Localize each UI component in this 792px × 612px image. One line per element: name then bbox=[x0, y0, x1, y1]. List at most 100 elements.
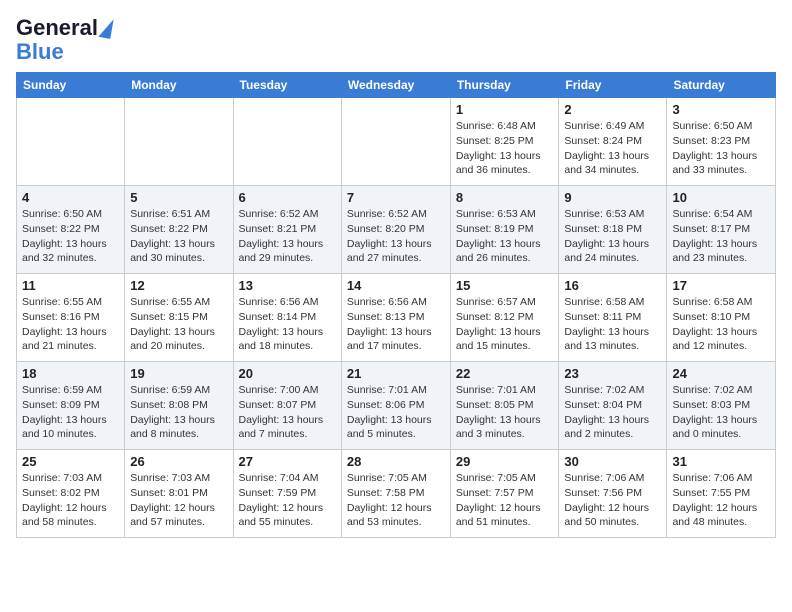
day-number: 11 bbox=[22, 278, 119, 293]
day-number: 23 bbox=[564, 366, 661, 381]
calendar-cell: 29 Sunrise: 7:05 AMSunset: 7:57 PMDayligh… bbox=[450, 450, 559, 538]
day-detail: Sunrise: 6:53 AMSunset: 8:18 PMDaylight:… bbox=[564, 207, 661, 266]
calendar-cell: 19Sunrise: 6:59 AMSunset: 8:08 PMDayligh… bbox=[125, 362, 233, 450]
day-number: 7 bbox=[347, 190, 445, 205]
calendar-cell: 3 Sunrise: 6:50 AMSunset: 8:23 PMDaylight… bbox=[667, 98, 776, 186]
day-detail: Sunrise: 6:51 AMSunset: 8:22 PMDaylight:… bbox=[130, 207, 227, 266]
calendar-header-saturday: Saturday bbox=[667, 73, 776, 98]
logo-text-blue: Blue bbox=[16, 40, 64, 64]
calendar-week-row: 11 Sunrise: 6:55 AMSunset: 8:16 PMDayligh… bbox=[17, 274, 776, 362]
day-detail: Sunrise: 7:01 AMSunset: 8:05 PMDaylight:… bbox=[456, 383, 554, 442]
day-number: 18 bbox=[22, 366, 119, 381]
day-number: 17 bbox=[672, 278, 770, 293]
day-number: 19 bbox=[130, 366, 227, 381]
day-detail: Sunrise: 7:01 AMSunset: 8:06 PMDaylight:… bbox=[347, 383, 445, 442]
calendar-cell bbox=[125, 98, 233, 186]
day-number: 21 bbox=[347, 366, 445, 381]
day-number: 4 bbox=[22, 190, 119, 205]
calendar-cell: 30 Sunrise: 7:06 AMSunset: 7:56 PMDayligh… bbox=[559, 450, 667, 538]
calendar-cell: 26 Sunrise: 7:03 AMSunset: 8:01 PMDayligh… bbox=[125, 450, 233, 538]
day-detail: Sunrise: 6:50 AMSunset: 8:23 PMDaylight:… bbox=[672, 119, 770, 178]
day-number: 5 bbox=[130, 190, 227, 205]
day-number: 25 bbox=[22, 454, 119, 469]
day-detail: Sunrise: 7:04 AMSunset: 7:59 PMDaylight:… bbox=[239, 471, 336, 530]
calendar-header-wednesday: Wednesday bbox=[341, 73, 450, 98]
calendar-cell: 22 Sunrise: 7:01 AMSunset: 8:05 PMDayligh… bbox=[450, 362, 559, 450]
calendar-cell bbox=[341, 98, 450, 186]
calendar-cell: 17 Sunrise: 6:58 AMSunset: 8:10 PMDayligh… bbox=[667, 274, 776, 362]
day-number: 10 bbox=[672, 190, 770, 205]
calendar-week-row: 4 Sunrise: 6:50 AMSunset: 8:22 PMDaylight… bbox=[17, 186, 776, 274]
calendar-header-monday: Monday bbox=[125, 73, 233, 98]
calendar-cell: 7 Sunrise: 6:52 AMSunset: 8:20 PMDaylight… bbox=[341, 186, 450, 274]
day-detail: Sunrise: 6:55 AMSunset: 8:15 PMDaylight:… bbox=[130, 295, 227, 354]
day-detail: Sunrise: 7:05 AMSunset: 7:58 PMDaylight:… bbox=[347, 471, 445, 530]
page-header: General Blue bbox=[16, 16, 776, 64]
day-detail: Sunrise: 6:58 AMSunset: 8:10 PMDaylight:… bbox=[672, 295, 770, 354]
day-number: 27 bbox=[239, 454, 336, 469]
day-number: 13 bbox=[239, 278, 336, 293]
calendar-cell: 13 Sunrise: 6:56 AMSunset: 8:14 PMDayligh… bbox=[233, 274, 341, 362]
calendar-cell: 14 Sunrise: 6:56 AMSunset: 8:13 PMDayligh… bbox=[341, 274, 450, 362]
day-detail: Sunrise: 6:52 AMSunset: 8:20 PMDaylight:… bbox=[347, 207, 445, 266]
logo-triangle-icon bbox=[98, 17, 113, 39]
calendar-week-row: 25 Sunrise: 7:03 AMSunset: 8:02 PMDayligh… bbox=[17, 450, 776, 538]
logo: General Blue bbox=[16, 16, 112, 64]
calendar-header-thursday: Thursday bbox=[450, 73, 559, 98]
calendar-cell: 11 Sunrise: 6:55 AMSunset: 8:16 PMDayligh… bbox=[17, 274, 125, 362]
day-number: 30 bbox=[564, 454, 661, 469]
day-number: 31 bbox=[672, 454, 770, 469]
day-number: 29 bbox=[456, 454, 554, 469]
day-detail: Sunrise: 6:53 AMSunset: 8:19 PMDaylight:… bbox=[456, 207, 554, 266]
day-number: 16 bbox=[564, 278, 661, 293]
day-detail: Sunrise: 7:02 AMSunset: 8:03 PMDaylight:… bbox=[672, 383, 770, 442]
calendar-cell: 25 Sunrise: 7:03 AMSunset: 8:02 PMDayligh… bbox=[17, 450, 125, 538]
calendar-cell: 4 Sunrise: 6:50 AMSunset: 8:22 PMDaylight… bbox=[17, 186, 125, 274]
day-number: 28 bbox=[347, 454, 445, 469]
day-number: 8 bbox=[456, 190, 554, 205]
day-detail: Sunrise: 7:05 AMSunset: 7:57 PMDaylight:… bbox=[456, 471, 554, 530]
day-number: 6 bbox=[239, 190, 336, 205]
day-detail: Sunrise: 6:52 AMSunset: 8:21 PMDaylight:… bbox=[239, 207, 336, 266]
calendar-header-tuesday: Tuesday bbox=[233, 73, 341, 98]
day-detail: Sunrise: 7:06 AMSunset: 7:55 PMDaylight:… bbox=[672, 471, 770, 530]
day-detail: Sunrise: 7:03 AMSunset: 8:01 PMDaylight:… bbox=[130, 471, 227, 530]
day-number: 12 bbox=[130, 278, 227, 293]
calendar-header-sunday: Sunday bbox=[17, 73, 125, 98]
calendar-cell: 28 Sunrise: 7:05 AMSunset: 7:58 PMDayligh… bbox=[341, 450, 450, 538]
day-detail: Sunrise: 7:06 AMSunset: 7:56 PMDaylight:… bbox=[564, 471, 661, 530]
day-number: 26 bbox=[130, 454, 227, 469]
calendar-cell: 12 Sunrise: 6:55 AMSunset: 8:15 PMDayligh… bbox=[125, 274, 233, 362]
day-detail: Sunrise: 6:58 AMSunset: 8:11 PMDaylight:… bbox=[564, 295, 661, 354]
calendar-cell: 1 Sunrise: 6:48 AMSunset: 8:25 PMDaylight… bbox=[450, 98, 559, 186]
calendar-cell bbox=[233, 98, 341, 186]
calendar-cell: 6 Sunrise: 6:52 AMSunset: 8:21 PMDaylight… bbox=[233, 186, 341, 274]
day-number: 3 bbox=[672, 102, 770, 117]
calendar-week-row: 1 Sunrise: 6:48 AMSunset: 8:25 PMDaylight… bbox=[17, 98, 776, 186]
calendar-cell: 5 Sunrise: 6:51 AMSunset: 8:22 PMDaylight… bbox=[125, 186, 233, 274]
day-detail: Sunrise: 7:00 AMSunset: 8:07 PMDaylight:… bbox=[239, 383, 336, 442]
calendar-cell: 24 Sunrise: 7:02 AMSunset: 8:03 PMDayligh… bbox=[667, 362, 776, 450]
day-detail: Sunrise: 6:54 AMSunset: 8:17 PMDaylight:… bbox=[672, 207, 770, 266]
calendar-cell: 23 Sunrise: 7:02 AMSunset: 8:04 PMDayligh… bbox=[559, 362, 667, 450]
day-number: 22 bbox=[456, 366, 554, 381]
day-detail: Sunrise: 6:48 AMSunset: 8:25 PMDaylight:… bbox=[456, 119, 554, 178]
day-number: 14 bbox=[347, 278, 445, 293]
calendar-cell: 31 Sunrise: 7:06 AMSunset: 7:55 PMDayligh… bbox=[667, 450, 776, 538]
calendar-header-friday: Friday bbox=[559, 73, 667, 98]
day-detail: Sunrise: 6:50 AMSunset: 8:22 PMDaylight:… bbox=[22, 207, 119, 266]
day-detail: Sunrise: 6:59 AMSunset: 8:09 PMDaylight:… bbox=[22, 383, 119, 442]
day-number: 24 bbox=[672, 366, 770, 381]
day-detail: Sunrise: 6:56 AMSunset: 8:14 PMDaylight:… bbox=[239, 295, 336, 354]
day-detail: Sunrise: 7:03 AMSunset: 8:02 PMDaylight:… bbox=[22, 471, 119, 530]
day-detail: Sunrise: 6:56 AMSunset: 8:13 PMDaylight:… bbox=[347, 295, 445, 354]
calendar-cell: 20Sunrise: 7:00 AMSunset: 8:07 PMDayligh… bbox=[233, 362, 341, 450]
calendar-cell: 15Sunrise: 6:57 AMSunset: 8:12 PMDayligh… bbox=[450, 274, 559, 362]
day-detail: Sunrise: 6:55 AMSunset: 8:16 PMDaylight:… bbox=[22, 295, 119, 354]
day-detail: Sunrise: 7:02 AMSunset: 8:04 PMDaylight:… bbox=[564, 383, 661, 442]
logo-text-general: General bbox=[16, 16, 98, 40]
calendar-cell: 21 Sunrise: 7:01 AMSunset: 8:06 PMDayligh… bbox=[341, 362, 450, 450]
day-number: 1 bbox=[456, 102, 554, 117]
calendar-cell bbox=[17, 98, 125, 186]
calendar-header-row: SundayMondayTuesdayWednesdayThursdayFrid… bbox=[17, 73, 776, 98]
